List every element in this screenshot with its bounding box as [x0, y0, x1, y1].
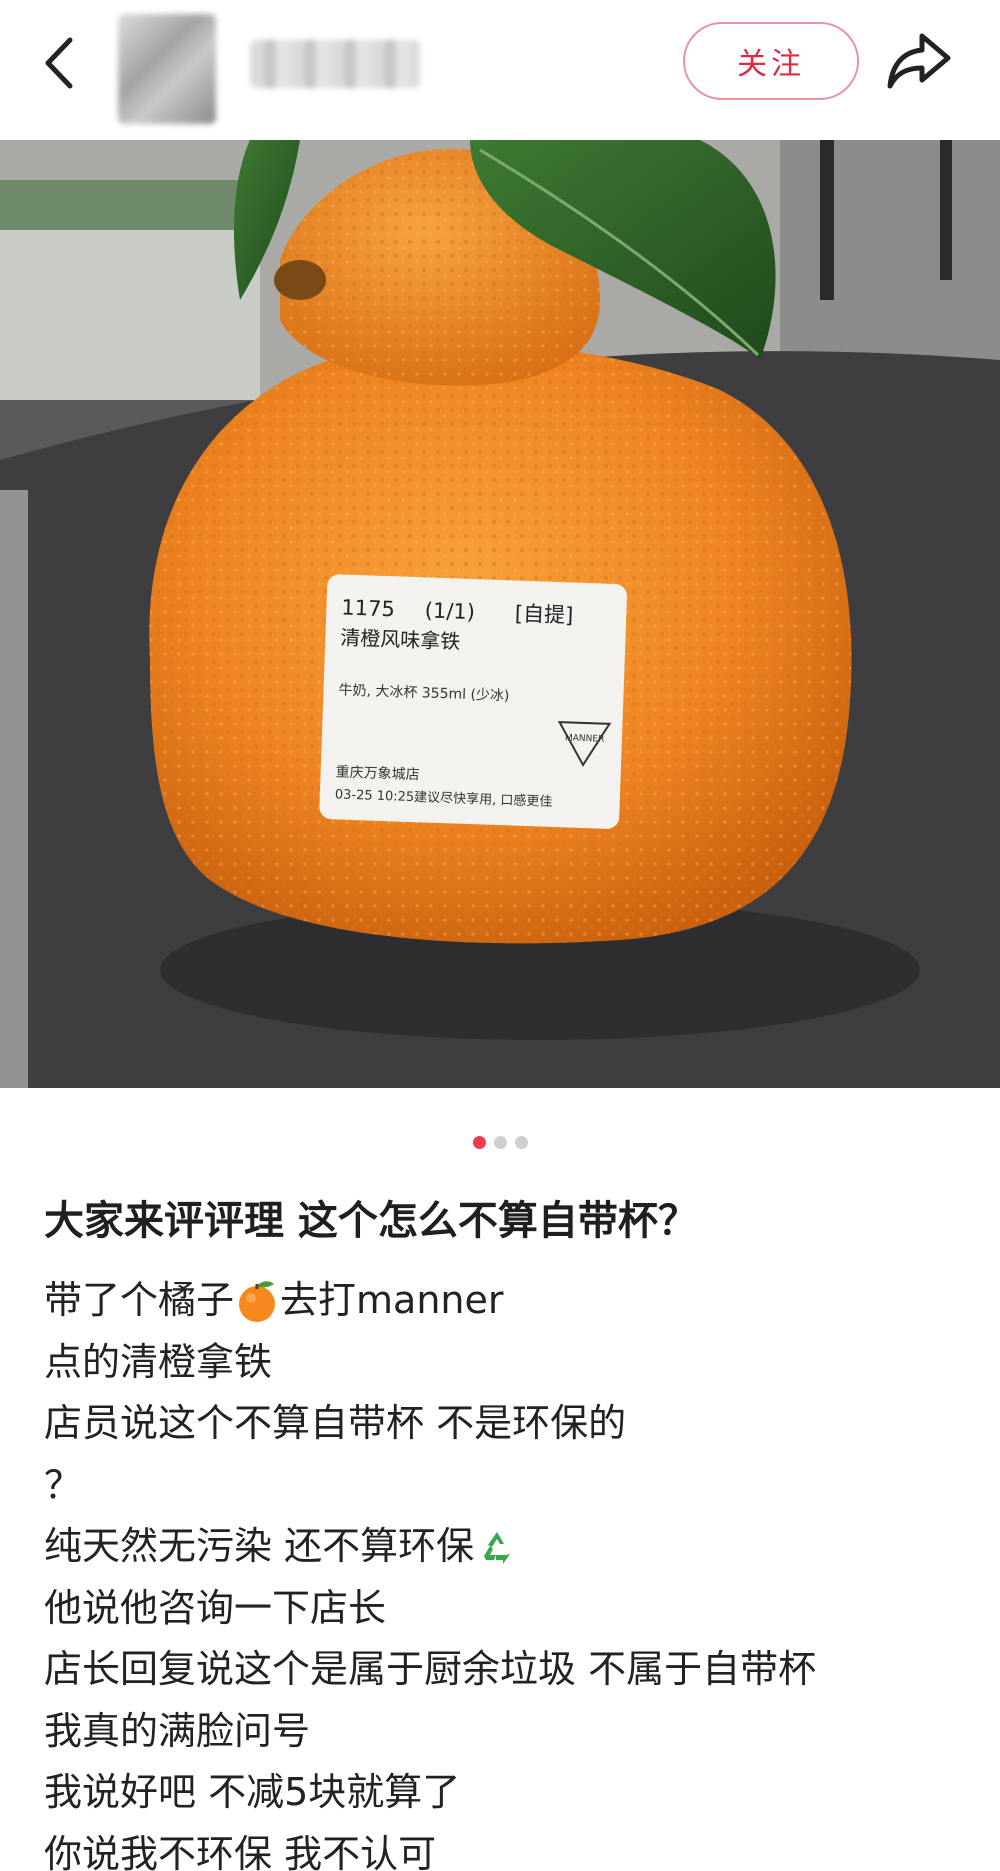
- post-line: 纯天然无污染 还不算环保: [44, 1516, 964, 1578]
- label-product: 清橙风味拿铁: [340, 625, 461, 653]
- post-text: 纯天然无污染 还不算环保: [44, 1524, 475, 1568]
- image-pager: [0, 1136, 1000, 1154]
- post-photo[interactable]: 1175 (1/1) [自提] 清橙风味拿铁 牛奶, 大冰杯 355ml (少冰) …: [0, 140, 1000, 1088]
- post-title: 大家来评评理 这个怎么不算自带杯？: [44, 1198, 698, 1244]
- label-store: 重庆万象城店: [335, 764, 420, 783]
- post-line: 店长回复说这个是属于厨余垃圾 不属于自带杯: [44, 1647, 817, 1691]
- follow-button[interactable]: 关注: [683, 22, 859, 100]
- recycle-emoji-icon: [476, 1525, 519, 1568]
- label-order-number: 1175: [341, 595, 395, 621]
- pager-dot[interactable]: [493, 1136, 507, 1149]
- label-count: (1/1): [424, 598, 475, 624]
- pager-dot-active[interactable]: [472, 1136, 486, 1149]
- post-text: 去打manner: [280, 1278, 504, 1322]
- pager-dot[interactable]: [514, 1136, 528, 1149]
- back-button[interactable]: [36, 30, 86, 96]
- chevron-left-icon: [45, 37, 73, 89]
- post-body: 带了个橘子 去打manner 点的清橙拿铁 店员说这个不算自带杯 不是环保的 ？…: [44, 1270, 964, 1871]
- label-tag: [自提]: [515, 602, 574, 628]
- tangerine-emoji-icon: [239, 1280, 276, 1322]
- post-line: 我说好吧 不减5块就算了: [44, 1770, 461, 1814]
- post-line: 带了个橘子 去打manner: [44, 1270, 964, 1332]
- author-name-blurred[interactable]: [250, 40, 420, 88]
- label-brand: MANNER: [565, 733, 605, 744]
- author-avatar-blurred[interactable]: [118, 14, 216, 124]
- post-line: 点的清橙拿铁: [44, 1339, 273, 1384]
- post-line: 你说我不环保 我不认可: [44, 1831, 437, 1871]
- post-line: ？: [44, 1462, 83, 1507]
- post-text: 带了个橘子: [44, 1278, 235, 1322]
- post-line: 我真的满脸问号: [44, 1708, 311, 1753]
- post-line: 他说他咨询一下店长: [44, 1585, 387, 1630]
- top-bar: 关注: [0, 0, 1000, 140]
- orange-with-label-image: 1175 (1/1) [自提] 清橙风味拿铁 牛奶, 大冰杯 355ml (少冰) …: [0, 140, 1000, 1088]
- share-button[interactable]: [884, 28, 954, 94]
- share-arrow-icon: [887, 33, 951, 89]
- post-line: 店员说这个不算自带杯 不是环保的: [44, 1401, 627, 1445]
